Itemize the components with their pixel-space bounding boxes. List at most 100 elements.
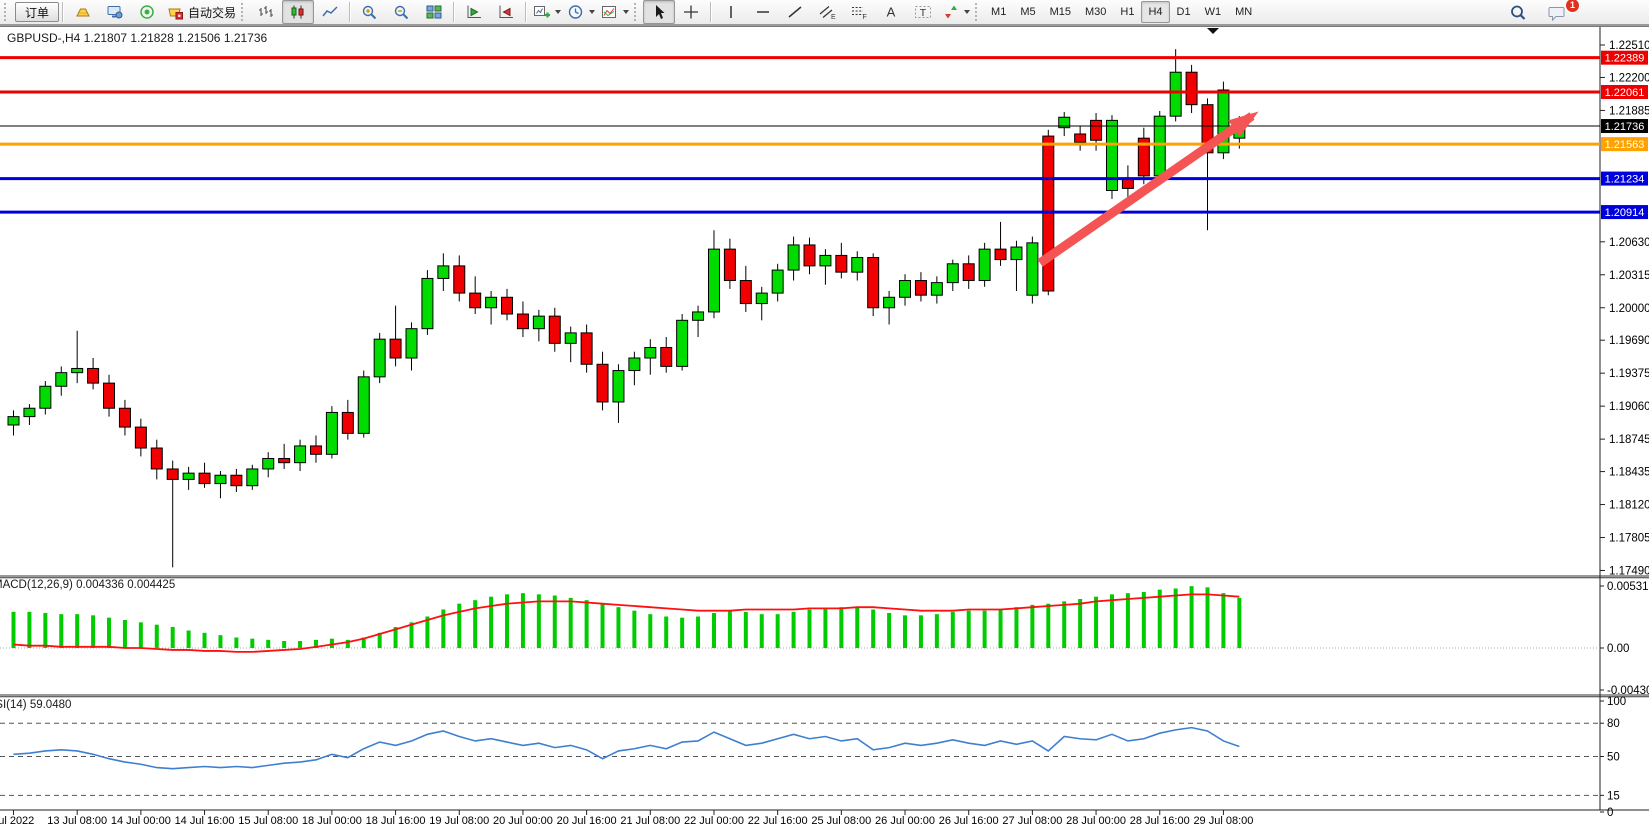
candlestick-chart-button[interactable] bbox=[282, 0, 314, 24]
candle-down bbox=[995, 249, 1006, 259]
candle-down bbox=[231, 475, 242, 485]
macd-bar bbox=[967, 611, 971, 648]
candle-down bbox=[310, 446, 321, 454]
tab-timeframe-m30[interactable]: M30 bbox=[1078, 1, 1113, 23]
macd-bar bbox=[1062, 601, 1066, 648]
tab-timeframe-w1[interactable]: W1 bbox=[1198, 1, 1229, 23]
svg-text:18 Jul 00:00: 18 Jul 00:00 bbox=[302, 815, 362, 827]
macd-bar bbox=[776, 614, 780, 648]
macd-bar bbox=[330, 639, 334, 648]
candle-up bbox=[708, 249, 719, 312]
svg-text:21 Jul 08:00: 21 Jul 08:00 bbox=[620, 815, 680, 827]
terminal-button[interactable] bbox=[99, 0, 131, 24]
tab-timeframe-mn[interactable]: MN bbox=[1228, 1, 1259, 23]
candle-down bbox=[390, 339, 401, 358]
tab-timeframe-d1[interactable]: D1 bbox=[1170, 1, 1198, 23]
time-axis[interactable]: Jul 202213 Jul 08:0014 Jul 00:0014 Jul 1… bbox=[0, 810, 1253, 827]
macd-bar bbox=[855, 607, 859, 648]
toolbar-grip[interactable] bbox=[634, 3, 639, 21]
profiles-button[interactable] bbox=[564, 0, 598, 24]
macd-bar bbox=[983, 611, 987, 648]
macd-bar bbox=[1126, 593, 1130, 648]
candle-down bbox=[470, 293, 481, 308]
macd-bar bbox=[999, 610, 1003, 648]
cursor-icon bbox=[650, 4, 668, 20]
tab-timeframe-h4[interactable]: H4 bbox=[1141, 1, 1169, 23]
svg-text:25 Jul 08:00: 25 Jul 08:00 bbox=[811, 815, 871, 827]
chat-button[interactable]: 1 bbox=[1542, 1, 1574, 25]
crosshair-button[interactable] bbox=[675, 0, 707, 24]
chart-symbol-header: GBPUSD-,H4 1.21807 1.21828 1.21506 1.217… bbox=[7, 31, 267, 45]
svg-text:1.22389: 1.22389 bbox=[1605, 53, 1645, 65]
tab-timeframe-m15[interactable]: M15 bbox=[1043, 1, 1078, 23]
horizontal-line-button[interactable] bbox=[747, 0, 779, 24]
signals-button[interactable] bbox=[131, 0, 163, 24]
macd-bar bbox=[250, 639, 254, 648]
auto-scroll-button[interactable] bbox=[458, 0, 490, 24]
candle-up bbox=[852, 258, 863, 273]
chart-canvas[interactable]: 1.225101.222001.218851.206301.203151.200… bbox=[0, 0, 1649, 830]
svg-text:50: 50 bbox=[1607, 752, 1620, 764]
fibonacci-button[interactable]: F bbox=[843, 0, 875, 24]
chart-shift-button[interactable] bbox=[490, 0, 522, 24]
toolbar-grip[interactable] bbox=[241, 3, 246, 21]
autotrading-label: 自动交易 bbox=[188, 4, 236, 21]
bar-chart-button[interactable] bbox=[250, 0, 282, 24]
toolbar-grip[interactable] bbox=[4, 3, 9, 21]
channel-button[interactable]: E bbox=[811, 0, 843, 24]
candle-up bbox=[900, 281, 911, 298]
indicators-button[interactable] bbox=[598, 0, 632, 24]
zoom-out-button[interactable] bbox=[386, 0, 418, 24]
svg-text:28 Jul 00:00: 28 Jul 00:00 bbox=[1066, 815, 1126, 827]
new-chart-button[interactable] bbox=[530, 0, 564, 24]
toolbar-grip[interactable] bbox=[975, 3, 980, 21]
trend-arrow[interactable] bbox=[1040, 111, 1259, 263]
indicators-icon bbox=[601, 4, 619, 20]
svg-text:15 Jul 08:00: 15 Jul 08:00 bbox=[238, 815, 298, 827]
candle-up bbox=[693, 312, 704, 320]
channel-icon: E bbox=[818, 4, 836, 20]
shift-marker-icon[interactable] bbox=[1207, 28, 1219, 34]
candle-up bbox=[486, 297, 497, 307]
macd-bar bbox=[648, 614, 652, 648]
macd-bar bbox=[887, 613, 891, 648]
macd-label: MACD(12,26,9) 0.004336 0.004425 bbox=[0, 579, 175, 591]
candle-down bbox=[454, 266, 465, 293]
candle-up bbox=[422, 278, 433, 328]
tab-timeframe-m5[interactable]: M5 bbox=[1013, 1, 1042, 23]
autotrading-button[interactable]: 自动交易 bbox=[163, 0, 239, 24]
new-order-button[interactable]: 订单 bbox=[15, 2, 59, 22]
arrows-button[interactable] bbox=[939, 0, 973, 24]
svg-text:29 Jul 08:00: 29 Jul 08:00 bbox=[1193, 815, 1253, 827]
text-button[interactable]: A bbox=[875, 0, 907, 24]
tab-timeframe-m1[interactable]: M1 bbox=[984, 1, 1013, 23]
toolbar-separator bbox=[710, 2, 712, 22]
candle-up bbox=[1154, 116, 1165, 176]
gold-button[interactable] bbox=[67, 0, 99, 24]
tile-windows-button[interactable] bbox=[418, 0, 450, 24]
trendline-button[interactable] bbox=[779, 0, 811, 24]
macd-bar bbox=[27, 612, 31, 648]
text-label-button[interactable]: T bbox=[907, 0, 939, 24]
cursor-button[interactable] bbox=[643, 0, 675, 24]
svg-text:27 Jul 08:00: 27 Jul 08:00 bbox=[1002, 815, 1062, 827]
macd-bar bbox=[1174, 589, 1178, 648]
svg-text:1.18435: 1.18435 bbox=[1609, 467, 1649, 479]
chevron-down-icon bbox=[589, 10, 595, 14]
vertical-line-button[interactable] bbox=[715, 0, 747, 24]
tab-timeframe-h1[interactable]: H1 bbox=[1113, 1, 1141, 23]
candles bbox=[8, 49, 1245, 567]
candle-down bbox=[199, 473, 210, 483]
candle-down bbox=[502, 297, 513, 314]
zoom-in-icon bbox=[361, 4, 379, 20]
macd-bar bbox=[234, 638, 238, 648]
macd-bar bbox=[1014, 607, 1018, 648]
candle-down bbox=[724, 249, 735, 280]
line-chart-button[interactable] bbox=[314, 0, 346, 24]
macd-bar bbox=[760, 614, 764, 648]
zoom-in-button[interactable] bbox=[354, 0, 386, 24]
rsi-axis[interactable]: 1008050150 bbox=[0, 696, 1626, 819]
search-button[interactable] bbox=[1502, 1, 1534, 25]
candle-down bbox=[1186, 72, 1197, 104]
price-levels[interactable]: 1.223891.220611.217361.215631.212341.209… bbox=[0, 51, 1648, 219]
